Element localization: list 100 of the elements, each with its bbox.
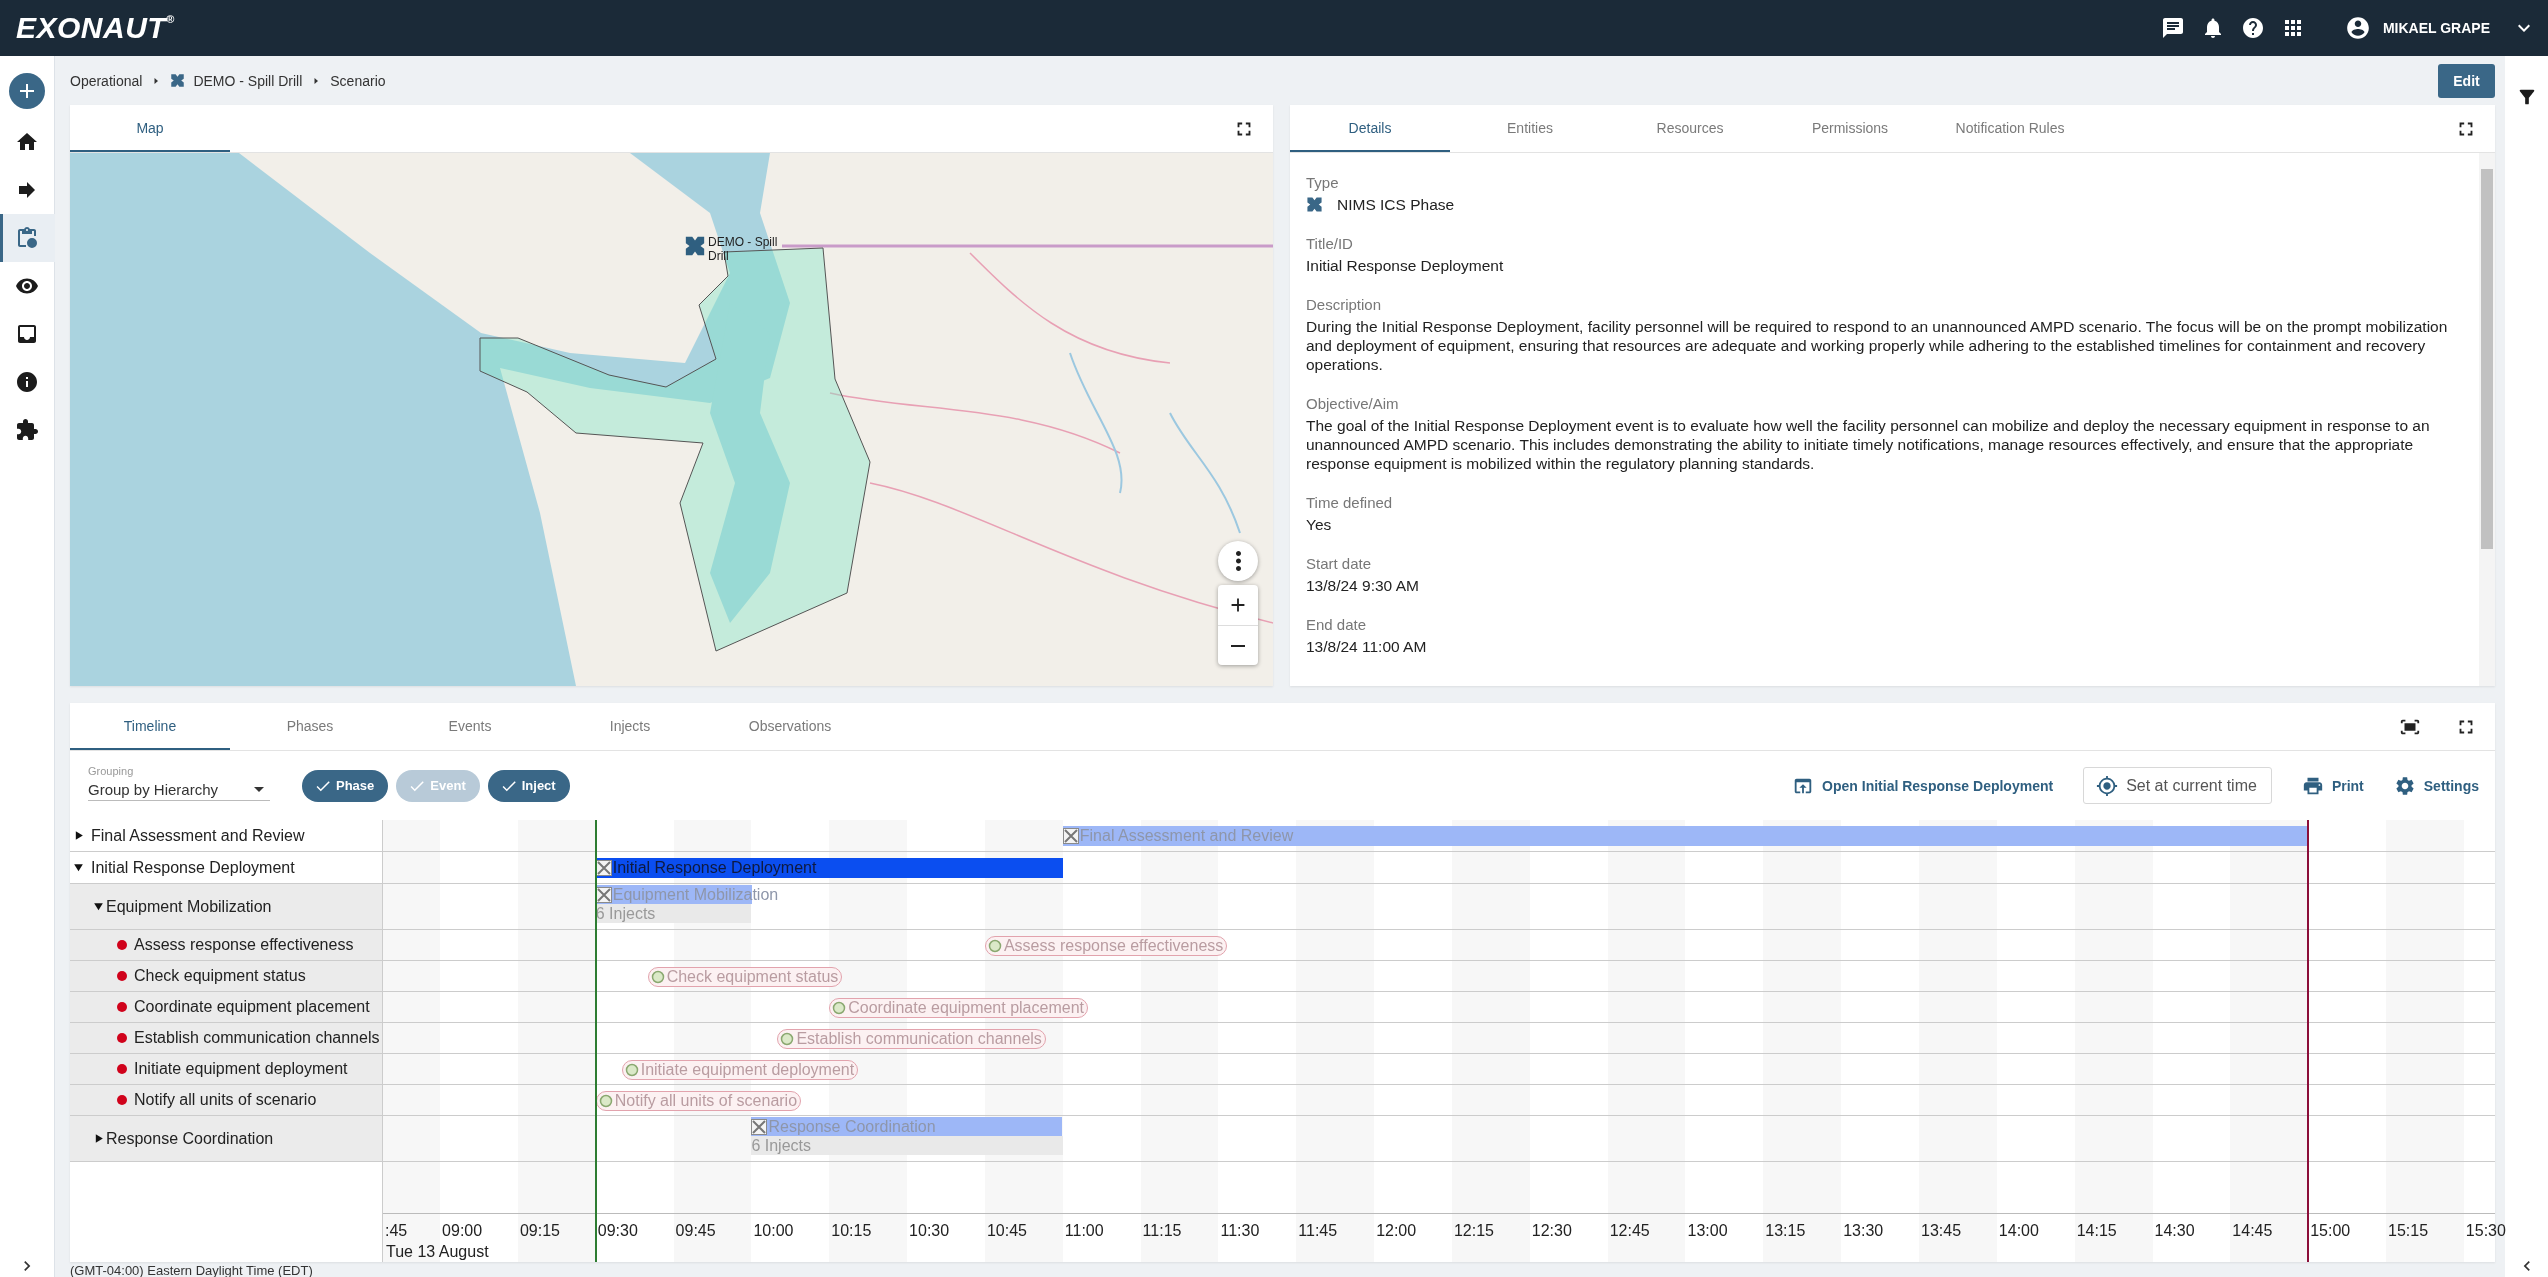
caret-down-icon[interactable] — [72, 861, 85, 874]
tab[interactable]: Observations — [710, 703, 870, 750]
clipboard-clock-icon — [15, 226, 39, 250]
field-value: During the Initial Response Deployment, facility personnel will be required to respond to an unannounced AMPD scenario. The focus will be on the prompt mobilization and deployment of equipment, ensuring that resources are adequate and working properly while adhering to the established timelines for containment and recovery operations. — [1306, 317, 2449, 374]
tab[interactable]: Permissions — [1770, 105, 1930, 152]
field-value: Yes — [1306, 515, 1333, 534]
axis-tick-label: 10:30 — [908, 1222, 950, 1240]
axis-date-label: Tue 13 August — [386, 1243, 489, 1261]
map-marker-icon[interactable] — [684, 235, 706, 257]
field-label: Type — [1306, 173, 1340, 192]
axis-tick-label: 15:15 — [2387, 1222, 2429, 1240]
help-icon[interactable] — [2240, 16, 2265, 40]
axis-tick-label: 11:15 — [1141, 1222, 1182, 1240]
timezone-label: (GMT-04:00) Eastern Daylight Time (EDT) — [70, 1263, 313, 1277]
action-button[interactable]: Set at current time — [2083, 767, 2272, 804]
row-label[interactable]: Initial Response Deployment — [91, 858, 295, 877]
inject-count: 6 Injects — [595, 904, 752, 923]
axis-tick-label: 12:45 — [1608, 1222, 1650, 1240]
action-button[interactable]: Settings — [2393, 774, 2479, 797]
more-vertical-icon — [1235, 551, 1241, 571]
field-value: Initial Response Deployment — [1306, 256, 1505, 275]
field-value: 13/8/24 11:00 AM — [1306, 637, 1428, 656]
axis-tick-label: 14:30 — [2153, 1222, 2195, 1240]
status-dot — [117, 1002, 127, 1012]
circle-icon — [598, 1094, 613, 1108]
field-label: Time defined — [1306, 493, 1394, 512]
field-label: Description — [1306, 295, 1383, 314]
axis-tick-label: 10:00 — [752, 1222, 794, 1240]
axis-tick-label: 12:00 — [1375, 1222, 1417, 1240]
field-label: Objective/Aim — [1306, 394, 1400, 413]
axis-tick-label: 09:00 — [441, 1222, 483, 1240]
axis-tick-label: 15:30 — [2464, 1222, 2506, 1240]
axis-tick-label: 09:15 — [518, 1222, 560, 1240]
axis-tick-label: 14:45 — [2231, 1222, 2273, 1240]
chat-icon[interactable] — [2160, 16, 2185, 40]
tab[interactable]: Timeline — [70, 703, 230, 750]
cross-mark-icon — [170, 73, 186, 88]
caret-down-icon[interactable] — [92, 900, 105, 913]
tab[interactable]: Injects — [550, 703, 710, 750]
filter-chip[interactable]: Inject — [487, 769, 570, 802]
tab[interactable]: Events — [390, 703, 550, 750]
info-icon — [15, 370, 39, 394]
axis-tick-label: 13:15 — [1764, 1222, 1806, 1240]
tab[interactable]: Entities — [1450, 105, 1610, 152]
breadcrumb-link[interactable]: Operational — [70, 72, 143, 89]
action-button[interactable]: Print — [2301, 774, 2364, 797]
status-dot — [117, 940, 127, 950]
breadcrumb-link[interactable]: Scenario — [330, 72, 386, 89]
inject-count: 6 Injects — [751, 1136, 1063, 1155]
circle-icon — [624, 1063, 639, 1077]
tab[interactable]: Resources — [1610, 105, 1770, 152]
circle-icon — [832, 1001, 847, 1015]
axis-tick-label: 14:00 — [1997, 1222, 2039, 1240]
axis-tick-label: 11:45 — [1297, 1222, 1338, 1240]
field-label: End date — [1306, 615, 1368, 634]
axis-tick-label: 14:15 — [2075, 1222, 2117, 1240]
minus-icon — [1230, 644, 1246, 647]
row-label[interactable]: Final Assessment and Review — [91, 826, 305, 845]
settings-icon — [2393, 774, 2416, 797]
dropdown-arrow-icon — [254, 786, 264, 792]
field-value: The goal of the Initial Response Deployment event is to evaluate how well the facility personnel can mobilize and deploy the necessary equipment in response to an unannounced AMPD scenario. This includes demonstrating the ability to initiate timely notifications, manage resources effectively, and ensure that the appropriate response equipment is mobilized within the regulatory planning standards. — [1306, 416, 2431, 473]
field-value: NIMS ICS Phase — [1337, 195, 1455, 214]
axis-tick-label: 13:45 — [1920, 1222, 1962, 1240]
axis-tick-label: 10:45 — [985, 1222, 1027, 1240]
axis-tick-label: 11:30 — [1219, 1222, 1260, 1240]
axis-tick-label: 13:00 — [1686, 1222, 1728, 1240]
tab[interactable]: Phases — [230, 703, 390, 750]
field-label: Title/ID — [1306, 234, 1354, 253]
axis-tick-label: 09:30 — [596, 1222, 638, 1240]
grouping-select[interactable]: Grouping Group by Hierarchy — [88, 764, 270, 801]
field-label: Start date — [1306, 554, 1373, 573]
axis-tick-label: 15:00 — [2309, 1222, 2351, 1240]
user-menu-button[interactable]: MIKAEL GRAPE — [2320, 8, 2536, 48]
axis-tick-label: 12:15 — [1452, 1222, 1494, 1240]
inbox-icon — [15, 322, 39, 346]
tab[interactable]: Notification Rules — [1930, 105, 2090, 152]
axis-tick-label: 12:30 — [1530, 1222, 1572, 1240]
status-dot — [117, 971, 127, 981]
status-dot — [117, 1095, 127, 1105]
circle-icon — [987, 939, 1002, 953]
open-link[interactable]: Open Initial Response Deployment — [1792, 774, 2054, 797]
axis-tick-label: 11:00 — [1063, 1222, 1104, 1240]
edit-button[interactable]: Edit — [2438, 63, 2495, 98]
crosshair-icon — [2096, 774, 2119, 797]
circle-icon — [780, 1032, 795, 1046]
scrollbar[interactable] — [2479, 153, 2495, 686]
puzzle-piece-icon — [15, 418, 39, 442]
circle-icon — [650, 970, 665, 984]
breadcrumb-link[interactable]: DEMO - Spill Drill — [193, 72, 303, 89]
axis-tick-label: 13:30 — [1842, 1222, 1884, 1240]
filter-chip[interactable]: Phase — [302, 769, 389, 802]
tab[interactable]: Details — [1290, 105, 1450, 152]
cross-mark-icon — [1306, 196, 1323, 213]
axis-tick-label: :45 — [384, 1222, 408, 1240]
status-dot — [117, 1033, 127, 1043]
field-value: 13/8/24 9:30 AM — [1306, 576, 1420, 595]
status-dot — [117, 1064, 127, 1074]
axis-tick-label: 10:15 — [830, 1222, 872, 1240]
axis-tick-label: 09:45 — [674, 1222, 716, 1240]
add-button[interactable] — [9, 73, 45, 109]
